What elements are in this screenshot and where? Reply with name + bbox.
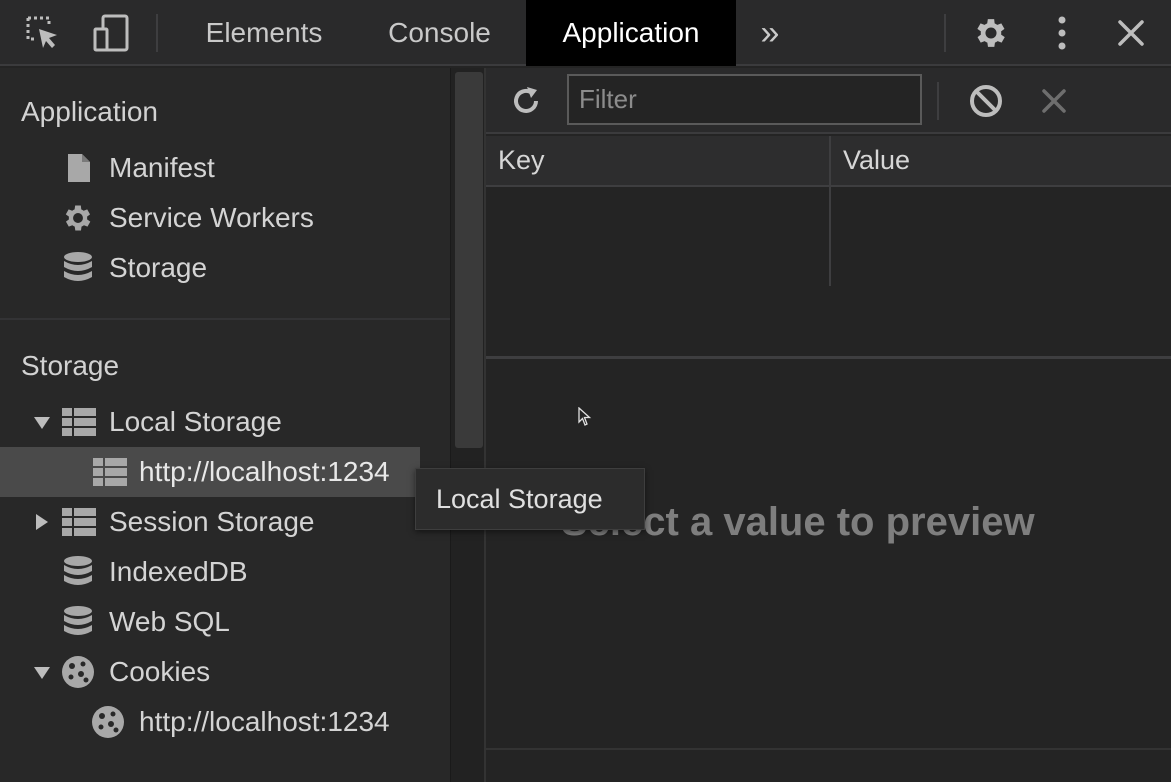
sidebar-item-label: http://localhost:1234 (139, 706, 390, 737)
chevron-down-icon[interactable] (34, 417, 50, 429)
sidebar-item-web-sql[interactable]: Web SQL (0, 597, 450, 647)
grid-icon (62, 407, 96, 437)
tab-elements[interactable]: Elements (175, 0, 353, 66)
sidebar-item-manifest[interactable]: Manifest (0, 143, 450, 193)
database-icon (62, 555, 94, 589)
sidebar-item-label: Session Storage (109, 506, 315, 537)
column-separator[interactable] (829, 136, 831, 286)
application-sidebar: Application Manifest Service Workers Sto… (0, 68, 450, 782)
sidebar-item-label: Cookies (109, 656, 211, 687)
database-icon (62, 251, 94, 285)
inspect-element-icon[interactable] (18, 0, 68, 66)
scrollbar-thumb[interactable] (455, 72, 483, 448)
devtools-toolbar: Elements Console Application » (0, 0, 1171, 66)
tooltip: Local Storage (415, 468, 645, 530)
more-tabs-icon[interactable]: » (740, 0, 800, 66)
toolbar-separator (937, 82, 939, 120)
sidebar-item-label: Web SQL (109, 606, 230, 637)
gear-icon[interactable] (966, 0, 1016, 66)
sidebar-item-label: Storage (109, 252, 208, 283)
sidebar-item-local-storage-localhost[interactable]: http://localhost:1234 (0, 447, 420, 497)
chevron-right-icon[interactable] (36, 514, 48, 530)
sidebar-item-label: Local Storage (109, 406, 282, 437)
sidebar-item-label: Manifest (109, 152, 215, 183)
sidebar-item-cookies[interactable]: Cookies (0, 647, 450, 697)
sidebar-item-label: IndexedDB (109, 556, 248, 587)
panel-bottom-border (486, 748, 1171, 750)
tab-application[interactable]: Application (526, 0, 736, 66)
clear-all-icon[interactable] (964, 68, 1008, 134)
section-divider (0, 318, 450, 320)
cookie-icon (61, 655, 95, 689)
device-toolbar-icon[interactable] (86, 0, 136, 66)
grid-icon (62, 507, 96, 537)
sidebar-item-storage[interactable]: Storage (0, 243, 450, 293)
storage-toolbar (486, 68, 1171, 134)
chevron-down-icon[interactable] (34, 667, 50, 679)
column-header-value[interactable]: Value (831, 136, 1171, 187)
sidebar-item-local-storage[interactable]: Local Storage (0, 397, 450, 447)
mouse-cursor-icon (578, 406, 592, 432)
column-header-key[interactable]: Key (486, 136, 829, 187)
more-options-icon[interactable] (1040, 0, 1084, 66)
table-resizer[interactable] (486, 356, 1171, 359)
sidebar-item-indexeddb[interactable]: IndexedDB (0, 547, 450, 597)
sidebar-item-session-storage[interactable]: Session Storage (0, 497, 450, 547)
section-title-application: Application (21, 96, 158, 127)
sidebar-item-label: Service Workers (109, 202, 314, 233)
close-icon[interactable] (1108, 0, 1154, 66)
database-icon (62, 605, 94, 639)
sidebar-item-service-workers[interactable]: Service Workers (0, 193, 450, 243)
grid-icon (93, 457, 127, 487)
section-title-storage: Storage (21, 350, 120, 381)
toolbar-separator (944, 14, 946, 52)
sidebar-scrollbar[interactable] (450, 68, 486, 782)
cookie-icon (91, 705, 125, 739)
file-icon (64, 152, 94, 184)
sidebar-item-label: http://localhost:1234 (139, 456, 390, 487)
toolbar-separator (156, 14, 158, 52)
filter-input[interactable] (567, 74, 922, 125)
gear-icon (60, 200, 96, 236)
key-value-table: Key Value (486, 136, 1171, 359)
delete-selected-icon[interactable] (1032, 68, 1076, 134)
tab-console[interactable]: Console (353, 0, 526, 66)
sidebar-item-cookies-localhost[interactable]: http://localhost:1234 (0, 697, 450, 747)
refresh-icon[interactable] (504, 68, 548, 134)
